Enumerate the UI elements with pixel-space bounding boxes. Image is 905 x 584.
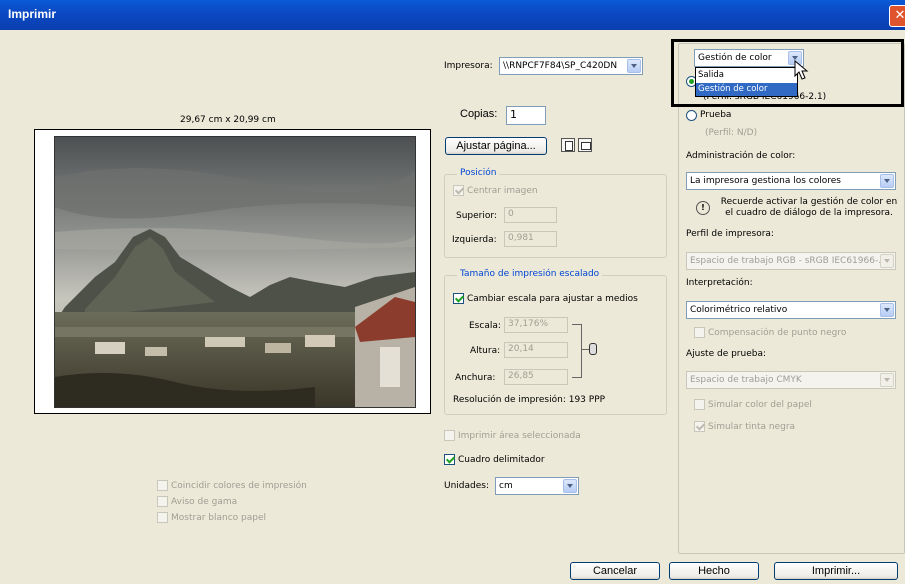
intent-select[interactable]: Colorimétrico relativo [686,301,896,319]
chevron-down-icon[interactable] [563,479,577,493]
printer-profile-select[interactable]: Espacio de trabajo RGB - sRGB IEC61966-.… [686,252,896,270]
chevron-down-icon[interactable] [880,303,894,317]
match-colors-checkbox[interactable] [157,480,168,491]
position-title: Posición [457,168,500,178]
units-value: cm [499,481,513,491]
gamut-warning-label: Aviso de gama [171,497,238,507]
close-icon[interactable]: ✕ [889,5,905,27]
print-button[interactable]: Imprimir... [774,562,898,580]
printer-profile-label: Perfil de impresora: [686,229,774,239]
scaled-size-title: Tamaño de impresión escalado [457,269,603,279]
bounding-box-checkbox[interactable] [444,454,455,465]
proof-setup-label: Ajuste de prueba: [686,349,767,359]
done-button[interactable]: Hecho [669,562,759,580]
proof-setup-value: Espacio de trabajo CMYK [690,375,802,385]
match-colors-label: Coincidir colores de impresión [171,481,307,491]
print-selected-checkbox[interactable] [444,430,455,441]
window-title: Imprimir [8,7,57,21]
link-icon [589,343,597,355]
print-preview [34,129,431,414]
chevron-down-icon[interactable] [880,174,894,188]
cancel-button[interactable]: Cancelar [570,562,660,580]
intent-value: Colorimétrico relativo [690,305,788,315]
show-paper-white-checkbox[interactable] [157,512,168,523]
chevron-down-icon[interactable] [627,59,641,73]
intent-label: Interpretación: [686,278,753,288]
gamut-warning-checkbox[interactable] [157,496,168,507]
fit-media-checkbox[interactable] [453,293,464,304]
black-point-checkbox[interactable] [694,327,705,338]
constraint-line [581,349,589,350]
printer-profile-value: Espacio de trabajo RGB - sRGB IEC61966-.… [690,256,887,266]
color-handling-label: Administración de color: [686,151,796,161]
height-input[interactable]: 20,14 [504,342,568,358]
printer-select[interactable]: \\RNPCF7F84\SP_C420DN [499,57,643,75]
scale-label: Escala: [469,321,501,331]
preview-dimensions: 29,67 cm x 20,99 cm [180,115,276,125]
width-label: Anchura: [455,373,496,383]
center-image-checkbox[interactable] [453,185,464,196]
top-input[interactable]: 0 [504,207,557,223]
printer-label: Impresora: [444,61,493,71]
copies-label: Copias: [460,108,498,120]
page-setup-button[interactable]: Ajustar página... [445,137,547,155]
units-select[interactable]: cm [495,477,579,495]
left-input[interactable]: 0,981 [504,231,557,247]
simulate-ink-checkbox[interactable] [694,421,705,432]
top-label: Superior: [456,211,497,221]
highlight-box [671,39,904,107]
proof-profile: (Perfil: N/D) [705,128,758,138]
proof-radio[interactable] [686,110,697,121]
portrait-icon[interactable] [561,138,575,152]
proof-label: Prueba [700,110,732,120]
color-handling-select[interactable]: La impresora gestiona los colores [686,172,896,190]
chevron-down-icon[interactable] [880,373,894,387]
simulate-paper-checkbox[interactable] [694,399,705,410]
constraint-bracket [572,324,582,378]
bounding-box-label: Cuadro delimitador [458,455,545,465]
simulate-paper-label: Simular color del papel [708,400,812,410]
title-bar: Imprimir ✕ [0,0,905,30]
info-icon: ! [696,201,710,215]
width-input[interactable]: 26,85 [504,369,568,385]
printer-value: \\RNPCF7F84\SP_C420DN [503,61,618,71]
left-label: Izquierda: [452,235,497,245]
color-handling-value: La impresora gestiona los colores [690,176,841,186]
scale-input[interactable]: 37,176% [504,317,568,333]
copies-input[interactable]: 1 [506,106,546,125]
fit-media-label: Cambiar escala para ajustar a medios [467,294,638,304]
chevron-down-icon[interactable] [880,254,894,268]
landscape-icon[interactable] [578,138,592,152]
units-label: Unidades: [444,481,489,491]
height-label: Altura: [470,346,501,356]
mountain-landscape-image [55,137,415,407]
preview-image [54,136,416,408]
simulate-ink-label: Simular tinta negra [708,422,796,432]
center-image-label: Centrar imagen [467,186,538,196]
print-resolution: Resolución de impresión: 193 PPP [453,395,606,405]
black-point-label: Compensación de punto negro [708,328,847,338]
notice-text: Recuerde activar la gestión de color en … [720,197,898,218]
show-paper-white-label: Mostrar blanco papel [171,513,266,523]
proof-setup-select[interactable]: Espacio de trabajo CMYK [686,371,896,389]
print-selected-label: Imprimir área seleccionada [458,431,581,441]
